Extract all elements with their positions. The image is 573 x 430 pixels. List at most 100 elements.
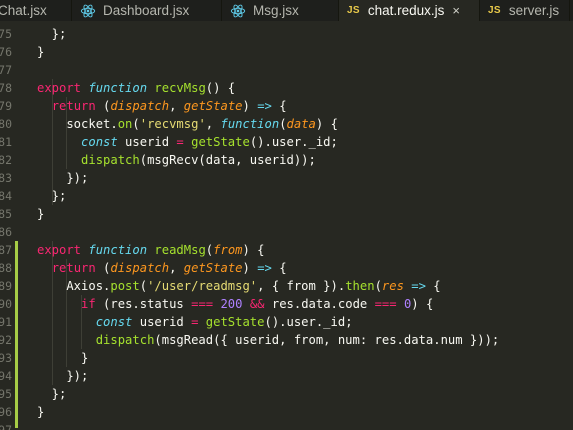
code-area[interactable]: };} export function recvMsg() { return (d…: [37, 21, 573, 430]
code-token: ().user._id;: [264, 315, 353, 329]
code-token: (: [95, 99, 111, 113]
code-token: ) {: [242, 243, 265, 257]
code-token: 200: [220, 297, 243, 311]
code-line: export function recvMsg() {: [37, 79, 235, 97]
line-number: 87: [0, 243, 12, 257]
code-token: userid: [117, 135, 177, 149]
tab-label: server.js: [508, 3, 560, 18]
code-token: if: [81, 297, 96, 311]
line-number: 79: [0, 99, 12, 113]
code-line: return (dispatch, getState) => {: [37, 97, 287, 115]
line-number: 83: [0, 171, 12, 185]
code-token: };: [37, 189, 67, 203]
code-token: , { from }).: [257, 279, 346, 293]
react-icon: [230, 3, 246, 19]
code-token: (: [139, 279, 148, 293]
code-token: (: [374, 279, 382, 293]
line-number: 84: [0, 189, 12, 203]
code-token: post: [110, 279, 140, 293]
code-editor[interactable]: 75 76 77 78 79 80 81 82 83 84 85 86 87 88 89 90 91 92 93 94…: [0, 21, 573, 430]
code-token: (: [132, 117, 140, 131]
code-token: function: [88, 81, 148, 95]
code-token: const: [81, 135, 118, 149]
code-token: 'recvmsg': [139, 117, 206, 131]
line-number-gutter: 75 76 77 78 79 80 81 82 83 84 85 86 87 88 89 90 91 92 93 94…: [0, 21, 14, 430]
code-token: ): [242, 99, 258, 113]
js-icon: JS: [488, 5, 501, 16]
code-token: =: [176, 135, 184, 149]
code-token: (msgRecv(data, userid));: [139, 153, 316, 167]
code-token: data: [286, 117, 316, 131]
tab-chat-redux-js[interactable]: JS chat.redux.js ×: [339, 0, 480, 21]
code-token: (msgRead({ userid, from, num: res.data.n…: [154, 333, 500, 347]
code-token: function: [88, 243, 148, 257]
code-token: userid: [132, 315, 192, 329]
line-number: 85: [0, 207, 12, 221]
code-line: export function readMsg(from) {: [37, 241, 265, 259]
line-number: 78: [0, 81, 12, 95]
code-token: Axios.: [37, 279, 111, 293]
code-token: const: [95, 315, 133, 329]
line-number: 91: [0, 315, 12, 329]
code-token: };: [37, 387, 67, 401]
tab-chat-jsx[interactable]: Chat.jsx: [0, 0, 72, 21]
line-number: 94: [0, 369, 12, 383]
code-token: getState: [191, 135, 250, 149]
tab-dashboard-jsx[interactable]: Dashboard.jsx: [72, 0, 222, 21]
code-token: return: [51, 99, 96, 113]
line-number: 80: [0, 117, 12, 131]
line-number: 82: [0, 153, 12, 167]
line-number: 96: [0, 405, 12, 419]
code-token: ): [242, 261, 258, 275]
code-token: readMsg: [154, 243, 206, 257]
tab-label: Msg.jsx: [253, 3, 299, 18]
code-token: '/user/readmsg': [147, 279, 258, 293]
code-token: getState: [183, 261, 243, 275]
code-token: ,: [205, 117, 221, 131]
code-token: on: [117, 117, 133, 131]
code-line: socket.on('recvmsg', function(data) {: [37, 115, 338, 133]
code-line: return (dispatch, getState) => {: [37, 259, 287, 277]
code-token: res.data.code: [264, 297, 375, 311]
modified-lines-marker: [15, 241, 18, 428]
code-token: }: [37, 207, 45, 221]
code-token: });: [37, 369, 89, 383]
code-token: from: [213, 243, 243, 257]
code-token: res: [381, 279, 404, 293]
code-line: dispatch(msgRecv(data, userid));: [37, 151, 316, 169]
code-line: });: [37, 367, 88, 385]
code-token: () {: [205, 81, 236, 95]
code-token: getState: [205, 315, 265, 329]
code-token: export: [37, 81, 82, 95]
code-token: ,: [169, 99, 184, 113]
close-icon[interactable]: ×: [452, 3, 460, 18]
code-token: socket.: [37, 117, 118, 131]
code-token: }: [37, 351, 89, 365]
code-token: &&: [249, 297, 265, 311]
tab-msg-jsx[interactable]: Msg.jsx: [222, 0, 339, 21]
line-number: 75: [0, 27, 12, 41]
tab-label: Dashboard.jsx: [103, 3, 190, 18]
tab-label: chat.redux.js: [367, 3, 445, 18]
code-line: }: [37, 205, 44, 223]
js-icon: JS: [347, 5, 360, 16]
tab-label: Chat.jsx: [0, 3, 47, 18]
tab-bar: Chat.jsx Dashboard.jsx Msg.jsx JS chat.redux…: [0, 0, 573, 21]
code-token: }: [37, 405, 45, 419]
code-token: =>: [257, 261, 272, 275]
code-line: }: [37, 43, 44, 61]
line-number: 90: [0, 297, 12, 311]
line-number: 97: [0, 423, 12, 430]
tab-server-js[interactable]: JS server.js: [480, 0, 570, 21]
code-line: }: [37, 403, 44, 421]
code-line: Axios.post('/user/readmsg', { from }).th…: [37, 277, 440, 295]
